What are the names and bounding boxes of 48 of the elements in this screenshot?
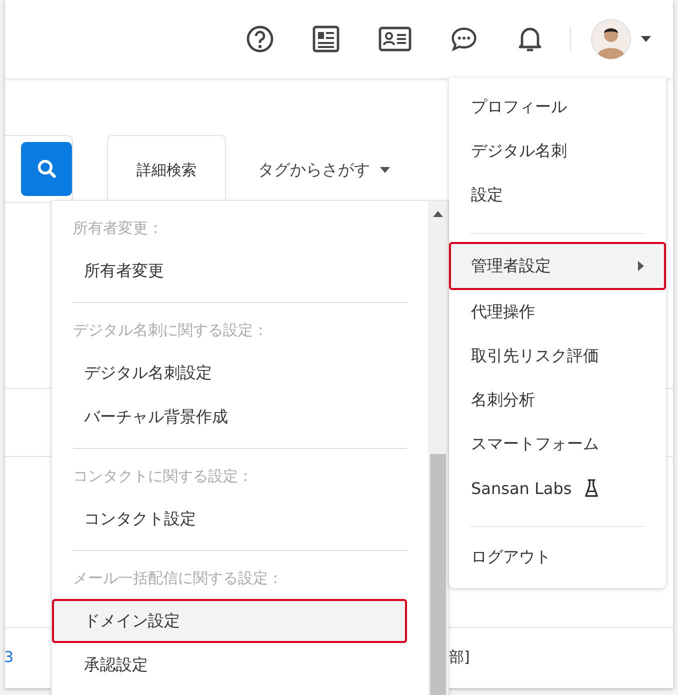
menu-item-label: 代理操作 — [471, 302, 535, 322]
submenu-arrow-icon — [638, 261, 644, 271]
table-cell: 部] — [449, 648, 470, 667]
menu-item-label: 設定 — [471, 184, 503, 206]
avatar-icon[interactable] — [591, 19, 631, 59]
help-icon[interactable] — [246, 25, 274, 53]
menu-item-label: 管理者設定 — [471, 256, 551, 276]
flask-icon — [584, 478, 599, 498]
section-heading: コンタクトに関する設定： — [73, 466, 254, 487]
menu-item[interactable]: ドメイン設定 — [52, 599, 407, 643]
scrollbar[interactable] — [428, 201, 448, 695]
menu-item-label: 名刺分析 — [471, 390, 535, 410]
menu-item[interactable]: ログアウト — [449, 535, 666, 579]
chat-icon[interactable] — [450, 25, 478, 53]
menu-item-label: スマートフォーム — [471, 434, 599, 454]
scrollbar-thumb[interactable] — [430, 454, 446, 695]
menu-item-label: デジタル名刺 — [471, 140, 567, 162]
menu-item-label: プロフィール — [471, 96, 567, 118]
id-card-icon[interactable] — [378, 25, 412, 53]
menu-item[interactable]: スマートフォーム — [449, 422, 666, 466]
tag-search-dropdown[interactable]: タグからさがす — [240, 135, 408, 205]
menu-item[interactable]: 所有者変更 — [52, 249, 428, 293]
menu-item[interactable]: 管理者設定 — [449, 242, 666, 290]
section-heading: 所有者変更： — [73, 218, 164, 239]
menu-item[interactable]: 代理操作 — [449, 290, 666, 334]
section-heading: メール一括配信に関する設定： — [73, 568, 284, 589]
menu-item[interactable]: バーチャル背景作成 — [52, 395, 428, 439]
search-icon — [36, 158, 58, 180]
bell-icon[interactable] — [516, 25, 544, 53]
menu-item[interactable]: 設定 — [449, 173, 666, 217]
section-heading: デジタル名刺に関する設定： — [73, 320, 269, 341]
menu-item[interactable]: コンタクト設定 — [52, 497, 428, 541]
search-button[interactable] — [21, 142, 72, 196]
menu-item[interactable]: 取引先リスク評価 — [449, 334, 666, 378]
menu-item-label: Sansan Labs — [471, 478, 572, 498]
card-icon[interactable] — [312, 25, 340, 53]
row-number[interactable]: 3 — [5, 648, 14, 666]
menu-item-label: ログアウト — [471, 546, 551, 568]
scroll-up-icon[interactable] — [433, 211, 443, 217]
menu-item[interactable]: 承認設定 — [52, 643, 428, 687]
menu-item[interactable]: デジタル名刺 — [449, 129, 666, 173]
menu-item[interactable]: プロフィール — [449, 85, 666, 129]
menu-item[interactable]: 名刺分析 — [449, 378, 666, 422]
caret-icon[interactable] — [641, 36, 651, 42]
menu-item-label: 取引先リスク評価 — [471, 346, 599, 366]
menu-item[interactable]: デジタル名刺設定 — [52, 351, 428, 395]
caret-icon — [380, 167, 390, 173]
menu-item[interactable]: Sansan Labs — [449, 466, 666, 510]
